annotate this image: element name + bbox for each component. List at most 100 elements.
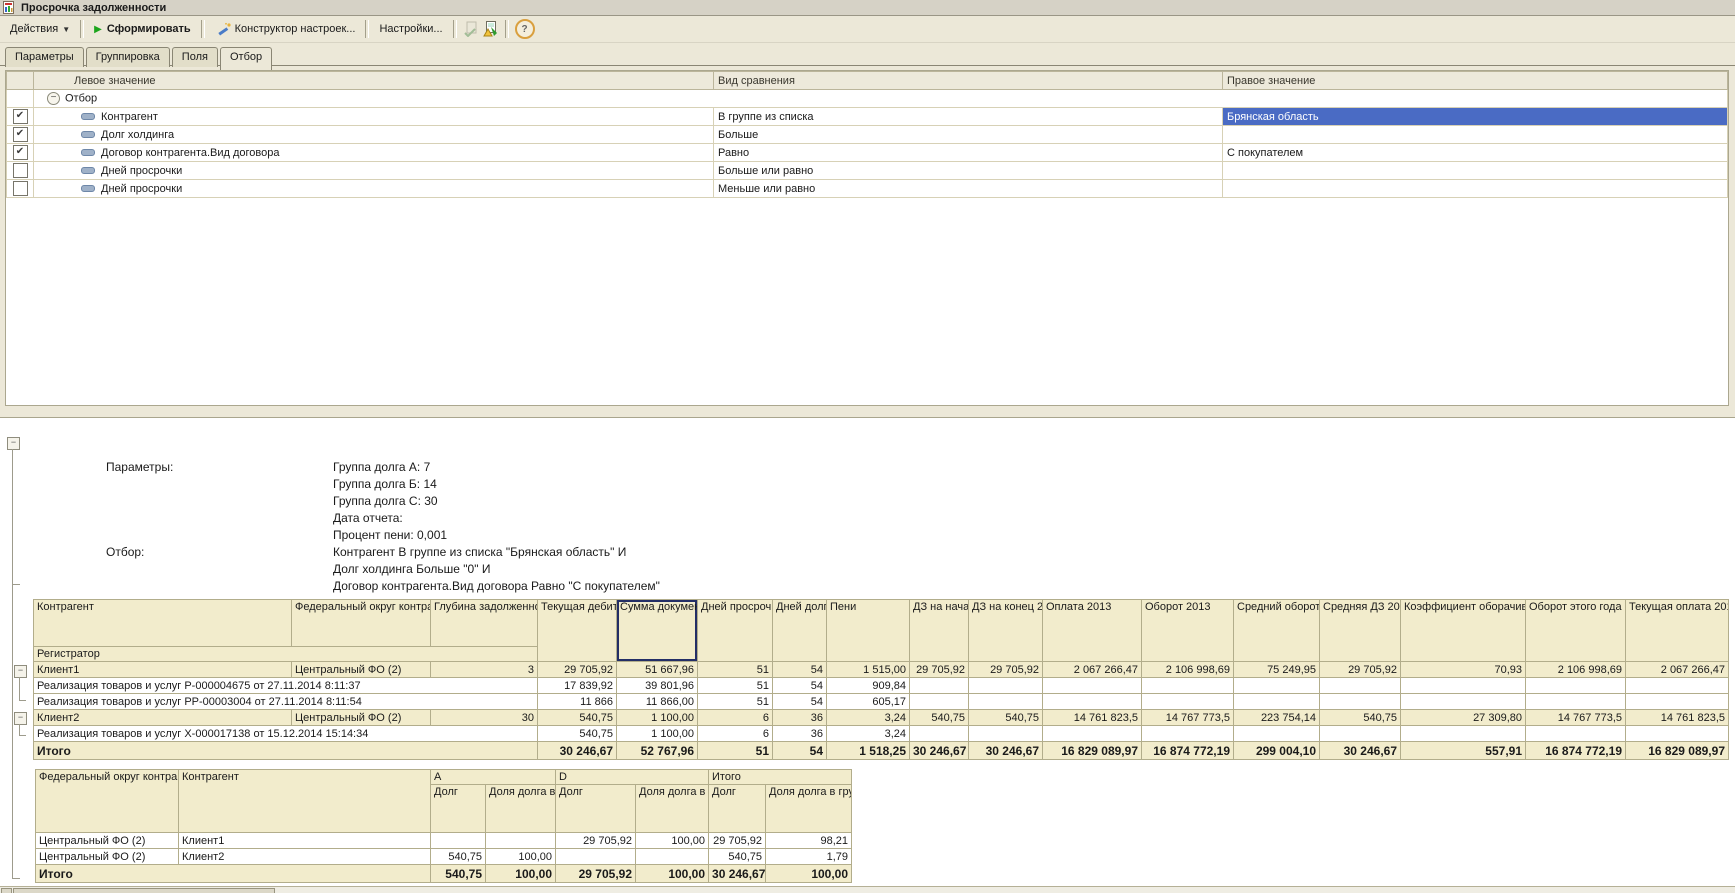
collapse-icon[interactable]: − <box>47 92 60 105</box>
scrollbar-thumb[interactable] <box>13 888 275 893</box>
cell[interactable]: 14 761 823,5 <box>1043 710 1142 726</box>
horizontal-scrollbar[interactable] <box>0 886 1735 893</box>
cell[interactable]: 2 067 266,47 <box>1626 662 1729 678</box>
cell[interactable]: 540,75 <box>1320 710 1401 726</box>
cell[interactable]: Реализация товаров и услуг РР-00003004 о… <box>34 694 538 710</box>
filter-value-cell-selected[interactable]: Брянская область <box>1223 108 1728 126</box>
filter-row-kontragent[interactable]: ✔ Контрагент В группе из списка Брянская… <box>7 108 1728 126</box>
cell[interactable] <box>1320 726 1401 742</box>
cell[interactable]: 14 761 823,5 <box>1626 710 1729 726</box>
col-kontragent[interactable]: Контрагент <box>179 770 431 833</box>
total-label-cell[interactable]: Итого <box>36 865 431 883</box>
cell[interactable]: Клиент2 <box>34 710 292 726</box>
cell[interactable] <box>1526 694 1626 710</box>
cell[interactable]: 540,75 <box>969 710 1043 726</box>
cell[interactable] <box>910 726 969 742</box>
col-dz-nachalo-2013[interactable]: ДЗ на начало 2013 <box>910 600 969 662</box>
cell[interactable]: 3,24 <box>827 710 910 726</box>
cell[interactable]: 29 705,92 <box>556 865 636 883</box>
cell[interactable]: 100,00 <box>486 865 556 883</box>
settings-button[interactable]: Настройки... <box>373 20 448 38</box>
cell[interactable]: 909,84 <box>827 678 910 694</box>
col-tek-oplata-2014[interactable]: Текущая оплата 2014 <box>1626 600 1729 662</box>
cell[interactable]: 75 249,95 <box>1234 662 1320 678</box>
tab-parametry[interactable]: Параметры <box>5 47 84 67</box>
col-kontragent[interactable]: Контрагент <box>34 600 292 647</box>
cell[interactable]: 11 866 <box>538 694 617 710</box>
cell[interactable] <box>1234 678 1320 694</box>
cell[interactable]: 36 <box>773 726 827 742</box>
col-dz-konec-2013[interactable]: ДЗ на конец 2013 <box>969 600 1043 662</box>
cell[interactable]: 16 829 089,97 <box>1626 742 1729 760</box>
cell[interactable]: 39 801,96 <box>617 678 698 694</box>
total-label-cell[interactable]: Итого <box>34 742 538 760</box>
filter-header-comparison[interactable]: Вид сравнения <box>714 72 1223 90</box>
cell[interactable]: 51 <box>698 678 773 694</box>
cell[interactable] <box>1043 694 1142 710</box>
filter-header-left-value[interactable]: Левое значение <box>34 72 714 90</box>
cell[interactable]: 29 705,92 <box>709 833 766 849</box>
cell[interactable]: 1 100,00 <box>617 710 698 726</box>
filter-row-dney-prosrochki-lte[interactable]: Дней просрочки Меньше или равно <box>7 180 1728 198</box>
cell[interactable]: 605,17 <box>827 694 910 710</box>
group-collapse-box-client1[interactable]: − <box>14 665 27 678</box>
cell[interactable]: 30 246,67 <box>969 742 1043 760</box>
cell[interactable]: 223 754,14 <box>1234 710 1320 726</box>
cell[interactable] <box>556 849 636 865</box>
cell[interactable] <box>969 678 1043 694</box>
cell[interactable]: 11 866,00 <box>617 694 698 710</box>
col-a-dolg[interactable]: Долг <box>431 785 486 833</box>
checkbox[interactable] <box>13 181 28 196</box>
save-settings-icon[interactable] <box>483 21 499 37</box>
cell[interactable]: 54 <box>773 742 827 760</box>
cell[interactable] <box>1142 678 1234 694</box>
cell[interactable]: 17 839,92 <box>538 678 617 694</box>
cell[interactable] <box>431 833 486 849</box>
cell[interactable]: 51 <box>698 742 773 760</box>
cell[interactable]: 2 106 998,69 <box>1142 662 1234 678</box>
cell[interactable] <box>1626 694 1729 710</box>
filter-field-cell[interactable]: Дней просрочки <box>34 162 714 180</box>
cell[interactable] <box>1234 694 1320 710</box>
cell[interactable]: Реализация товаров и услуг Р-000004675 о… <box>34 678 538 694</box>
cell[interactable]: 54 <box>773 662 827 678</box>
col-t-dolya[interactable]: Доля долга в группе <box>766 785 852 833</box>
cell[interactable]: 27 309,80 <box>1401 710 1526 726</box>
cell[interactable] <box>1401 694 1526 710</box>
cell[interactable]: 98,21 <box>766 833 852 849</box>
help-button[interactable]: ? <box>515 19 535 39</box>
col-oplata-2013[interactable]: Оплата 2013 <box>1043 600 1142 662</box>
cell[interactable]: 1 515,00 <box>827 662 910 678</box>
registrator-row[interactable]: Регистратор <box>34 647 538 662</box>
cell[interactable]: 540,75 <box>910 710 969 726</box>
cell[interactable]: Клиент1 <box>179 833 431 849</box>
col-srednyaya-dz-2013[interactable]: Средняя ДЗ 2013 <box>1320 600 1401 662</box>
settings-constructor-button[interactable]: Конструктор настроек... <box>209 18 362 40</box>
cell[interactable]: Реализация товаров и услуг Х-000017138 о… <box>34 726 538 742</box>
filter-comparison-cell[interactable]: Больше или равно <box>714 162 1223 180</box>
cell[interactable]: 3 <box>431 662 538 678</box>
cell[interactable] <box>1320 694 1401 710</box>
cell[interactable] <box>910 694 969 710</box>
cell[interactable]: 6 <box>698 726 773 742</box>
cell[interactable]: 36 <box>773 710 827 726</box>
cell[interactable] <box>969 726 1043 742</box>
checkbox[interactable]: ✔ <box>13 109 28 124</box>
cell[interactable]: 16 874 772,19 <box>1526 742 1626 760</box>
cell[interactable]: 100,00 <box>636 833 709 849</box>
filter-group-row[interactable]: −Отбор <box>7 90 1728 108</box>
cell[interactable] <box>1526 726 1626 742</box>
filter-comparison-cell[interactable]: Больше <box>714 126 1223 144</box>
cell[interactable] <box>1626 726 1729 742</box>
cell[interactable]: 30 246,67 <box>538 742 617 760</box>
cell[interactable] <box>1526 678 1626 694</box>
cell[interactable] <box>1142 694 1234 710</box>
cell[interactable]: 70,93 <box>1401 662 1526 678</box>
cell[interactable]: 2 106 998,69 <box>1526 662 1626 678</box>
cell[interactable]: 100,00 <box>486 849 556 865</box>
cell[interactable] <box>486 833 556 849</box>
cell[interactable]: Клиент1 <box>34 662 292 678</box>
cell[interactable] <box>1234 726 1320 742</box>
cell[interactable]: 52 767,96 <box>617 742 698 760</box>
col-group-d[interactable]: D <box>556 770 709 785</box>
